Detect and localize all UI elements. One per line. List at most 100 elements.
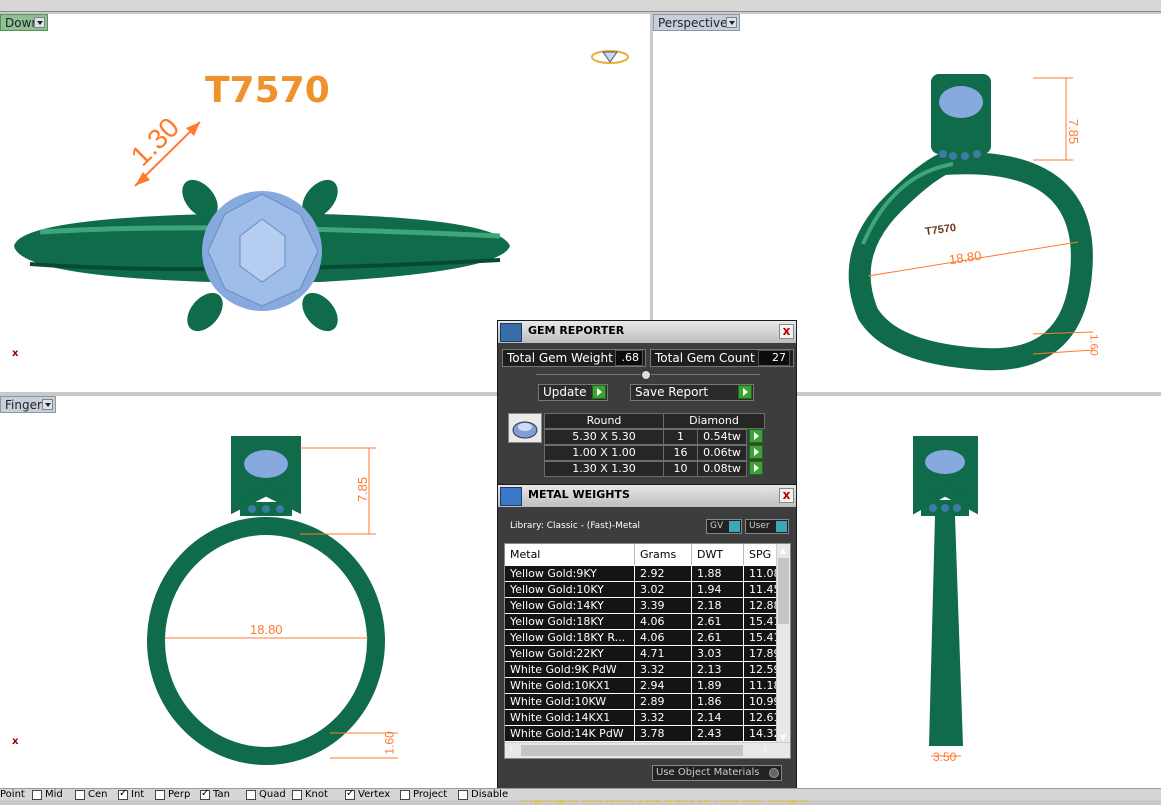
table-cell: 4.06	[635, 614, 692, 629]
gem-row-size: 1.30 X 1.30	[544, 461, 664, 477]
scroll-thumb[interactable]	[778, 558, 789, 624]
table-cell: 1.89	[692, 678, 744, 693]
table-cell: White Gold:14KX1	[505, 710, 635, 725]
scroll-left-icon[interactable]: ‹	[509, 744, 513, 755]
table-cell: 1.88	[692, 566, 744, 581]
table-cell: 1.94	[692, 582, 744, 597]
axis-marker: x	[12, 348, 19, 359]
osnap-mid[interactable]: Mid	[32, 789, 63, 801]
dimension-height-label: 7.85	[1066, 118, 1082, 145]
osnap-disable[interactable]: Disable	[458, 789, 508, 801]
checkbox-icon[interactable]	[246, 790, 256, 800]
table-row[interactable]: Yellow Gold:9KY2.921.8811.08	[505, 566, 777, 582]
checkbox-icon[interactable]	[32, 790, 42, 800]
vertical-scrollbar[interactable]: ▲ ▼	[776, 544, 790, 744]
table-row[interactable]: Yellow Gold:18KY4.062.6115.41	[505, 614, 777, 630]
table-row[interactable]: White Gold:14KX13.322.1412.61	[505, 710, 777, 726]
osnap-label: Perp	[168, 789, 191, 800]
table-cell: 12.61	[744, 710, 777, 725]
play-icon	[592, 385, 606, 399]
table-cell: 2.43	[692, 726, 744, 741]
table-cell: 2.61	[692, 614, 744, 629]
scroll-thumb[interactable]	[521, 745, 743, 756]
checkbox-icon[interactable]	[118, 788, 128, 800]
metal-weights-panel: METAL WEIGHTS x Library: Classic - (Fast…	[497, 484, 809, 805]
table-cell: 4.71	[635, 646, 692, 661]
table-row[interactable]: Yellow Gold:18KY R...4.062.6115.41	[505, 630, 777, 646]
table-cell: 11.45	[744, 582, 777, 597]
checkbox-icon[interactable]	[75, 790, 85, 800]
osnap-label: Tan	[213, 789, 230, 800]
osnap-cen[interactable]: Cen	[75, 789, 107, 801]
table-cell: 2.18	[692, 598, 744, 613]
horizontal-scrollbar[interactable]: ‹ ›	[505, 742, 790, 758]
gem-reporter-titlebar[interactable]: GEM REPORTER x	[498, 321, 796, 343]
table-cell: 3.02	[635, 582, 692, 597]
use-object-materials-label: Use Object Materials	[656, 767, 760, 778]
table-cell: 12.88	[744, 598, 777, 613]
osnap-statusbar: Point Mid Cen Int Perp Tan Quad Knot Vertex Proje…	[0, 788, 1161, 800]
osnap-label: Int	[131, 789, 145, 800]
osnap-perp[interactable]: Perp	[155, 789, 190, 801]
checkbox-icon[interactable]	[200, 788, 210, 800]
column-header[interactable]: Grams	[635, 544, 692, 565]
checkbox-icon[interactable]	[155, 790, 165, 800]
gv-toggle[interactable]: GV	[706, 519, 742, 534]
toggle-off-icon	[769, 768, 779, 778]
scroll-right-icon[interactable]: ›	[763, 744, 767, 755]
gem-row-select-icon[interactable]	[749, 445, 763, 459]
checkbox-icon[interactable]	[400, 790, 410, 800]
checkbox-icon[interactable]	[458, 790, 468, 800]
osnap-int[interactable]: Int	[118, 788, 145, 801]
table-header: Metal Grams DWT SPG	[505, 544, 790, 565]
checkbox-icon[interactable]	[292, 790, 302, 800]
gem-row-weight: 0.06tw	[697, 445, 747, 461]
table-cell: 4.06	[635, 630, 692, 645]
info-icon	[729, 521, 740, 532]
column-header[interactable]: Metal	[505, 544, 635, 565]
table-row[interactable]: Yellow Gold:14KY3.392.1812.88	[505, 598, 777, 614]
use-object-materials-toggle[interactable]: Use Object Materials	[652, 765, 782, 781]
table-row[interactable]: Yellow Gold:10KY3.021.9411.45	[505, 582, 777, 598]
table-row[interactable]: White Gold:14K PdW3.782.4314.32	[505, 726, 777, 742]
metal-weights-table[interactable]: Metal Grams DWT SPG Yellow Gold:9KY 2.92 1…	[504, 543, 791, 759]
table-row[interactable]: White Gold:9K PdW3.322.1312.59	[505, 662, 777, 678]
column-header[interactable]: DWT	[692, 544, 744, 565]
user-toggle[interactable]: User	[745, 519, 789, 534]
scroll-up-icon[interactable]: ▲	[780, 546, 786, 555]
gem-shape-icon	[508, 413, 542, 443]
play-icon	[738, 385, 752, 399]
save-report-button[interactable]: Save Report	[630, 384, 754, 401]
splitter-knob-icon[interactable]	[641, 370, 651, 380]
gem-row-select-icon[interactable]	[749, 461, 763, 475]
scroll-down-icon[interactable]: ▼	[780, 733, 786, 742]
checkbox-icon[interactable]	[345, 788, 355, 800]
table-cell: White Gold:9K PdW	[505, 662, 635, 677]
osnap-quad[interactable]: Quad	[246, 789, 286, 801]
metal-weights-icon	[500, 487, 522, 506]
table-cell: 11.18	[744, 678, 777, 693]
update-button[interactable]: Update	[538, 384, 608, 401]
osnap-knot[interactable]: Knot	[292, 789, 328, 801]
metal-weights-titlebar[interactable]: METAL WEIGHTS x	[498, 485, 796, 507]
osnap-project[interactable]: Project	[400, 789, 447, 801]
total-gem-count-value: 27	[758, 350, 790, 366]
gem-row-select-icon[interactable]	[749, 429, 763, 443]
table-row[interactable]: White Gold:10KX12.941.8911.18	[505, 678, 777, 694]
table-cell: 12.59	[744, 662, 777, 677]
table-row[interactable]: White Gold:10KW2.891.8610.99	[505, 694, 777, 710]
osnap-vertex[interactable]: Vertex	[345, 788, 390, 801]
column-header[interactable]: SPG	[744, 544, 777, 565]
table-cell: 3.32	[635, 662, 692, 677]
close-icon[interactable]: x	[779, 324, 794, 339]
osnap-label: Cen	[88, 789, 108, 800]
table-row[interactable]: Yellow Gold:22KY4.713.0317.89	[505, 646, 777, 662]
table-cell: Yellow Gold:18KY	[505, 614, 635, 629]
gem-row-size: 5.30 X 5.30	[544, 429, 664, 445]
close-icon[interactable]: x	[779, 488, 794, 503]
table-cell: Yellow Gold:10KY	[505, 582, 635, 597]
osnap-tan[interactable]: Tan	[200, 788, 230, 801]
gem-row-weight: 0.08tw	[697, 461, 747, 477]
table-cell: 2.94	[635, 678, 692, 693]
osnap-point[interactable]: Point	[0, 789, 25, 801]
